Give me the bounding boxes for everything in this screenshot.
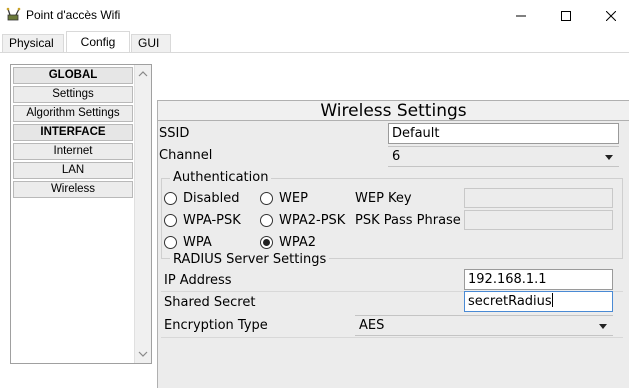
nav-header-interface: INTERFACE xyxy=(13,124,133,141)
close-icon xyxy=(606,10,616,21)
auth-wpa-psk-label: WPA-PSK xyxy=(183,213,241,228)
psk-pass-phrase-input xyxy=(464,210,613,230)
title-bar: Point d'accès Wifi xyxy=(0,0,629,31)
wireless-settings-panel: Wireless Settings SSID Default Channel 6… xyxy=(157,100,629,388)
ip-address-label: IP Address xyxy=(164,273,232,288)
nav-item-settings[interactable]: Settings xyxy=(13,86,133,103)
config-nav: GLOBAL Settings Algorithm Settings INTER… xyxy=(10,64,152,364)
access-point-icon xyxy=(6,7,22,23)
ssid-input[interactable]: Default xyxy=(388,123,619,144)
tab-config[interactable]: Config xyxy=(66,31,130,53)
minimize-icon xyxy=(516,15,526,16)
minimize-button[interactable] xyxy=(498,0,544,31)
radio-circle-checked xyxy=(260,236,273,249)
maximize-button[interactable] xyxy=(543,0,589,31)
auth-wep-label: WEP xyxy=(279,191,308,206)
channel-label: Channel xyxy=(159,148,213,163)
auth-wpa2-psk-label: WPA2-PSK xyxy=(279,213,346,228)
nav-item-wireless[interactable]: Wireless xyxy=(13,181,133,198)
wep-key-input xyxy=(464,188,613,208)
radio-circle xyxy=(164,236,177,249)
psk-pass-phrase-label: PSK Pass Phrase xyxy=(355,213,461,228)
encryption-type-value: AES xyxy=(359,318,385,333)
nav-scrollbar[interactable] xyxy=(134,65,151,363)
encryption-type-select[interactable]: AES xyxy=(355,315,613,336)
channel-select[interactable]: 6 xyxy=(388,146,619,167)
radio-circle xyxy=(164,192,177,205)
shared-secret-value: secretRadius xyxy=(468,294,552,309)
row-divider xyxy=(161,337,623,338)
scroll-up-icon[interactable] xyxy=(138,69,148,79)
auth-disabled-radio[interactable]: Disabled xyxy=(164,191,239,206)
auth-wpa2-psk-radio[interactable]: WPA2-PSK xyxy=(260,213,345,228)
encryption-type-label: Encryption Type xyxy=(164,318,268,333)
radio-circle xyxy=(260,214,273,227)
chevron-down-icon xyxy=(599,324,607,329)
window-title: Point d'accès Wifi xyxy=(26,8,121,22)
auth-wpa-label: WPA xyxy=(183,235,212,250)
shared-secret-input[interactable]: secretRadius xyxy=(464,291,613,312)
scroll-down-icon[interactable] xyxy=(138,349,148,359)
tab-divider xyxy=(0,52,629,53)
ssid-label: SSID xyxy=(159,126,190,141)
auth-disabled-label: Disabled xyxy=(183,191,240,206)
nav-list: GLOBAL Settings Algorithm Settings INTER… xyxy=(13,67,133,200)
nav-item-algorithm-settings[interactable]: Algorithm Settings xyxy=(13,105,133,122)
auth-wpa2-label: WPA2 xyxy=(279,235,317,250)
chevron-down-icon xyxy=(605,155,613,160)
radio-circle xyxy=(164,214,177,227)
panel-title: Wireless Settings xyxy=(158,101,629,121)
ip-address-input[interactable]: 192.168.1.1 xyxy=(464,269,613,290)
tab-gui[interactable]: GUI xyxy=(131,34,171,53)
tab-bar: Physical Config GUI xyxy=(0,31,629,53)
maximize-icon xyxy=(561,10,571,21)
close-button[interactable] xyxy=(588,0,629,31)
text-cursor xyxy=(551,293,553,307)
auth-wep-radio[interactable]: WEP xyxy=(260,191,308,206)
authentication-legend: Authentication xyxy=(170,171,272,185)
auth-wpa2-radio[interactable]: WPA2 xyxy=(260,235,316,250)
radio-circle xyxy=(260,192,273,205)
nav-item-internet[interactable]: Internet xyxy=(13,143,133,160)
auth-wpa-radio[interactable]: WPA xyxy=(164,235,212,250)
nav-header-global: GLOBAL xyxy=(13,67,133,84)
wep-key-label: WEP Key xyxy=(355,191,412,206)
channel-value: 6 xyxy=(392,149,401,164)
tab-physical[interactable]: Physical xyxy=(2,34,64,53)
shared-secret-label: Shared Secret xyxy=(164,295,256,310)
nav-item-lan[interactable]: LAN xyxy=(13,162,133,179)
auth-wpa-psk-radio[interactable]: WPA-PSK xyxy=(164,213,241,228)
radius-legend: RADIUS Server Settings xyxy=(170,253,330,267)
